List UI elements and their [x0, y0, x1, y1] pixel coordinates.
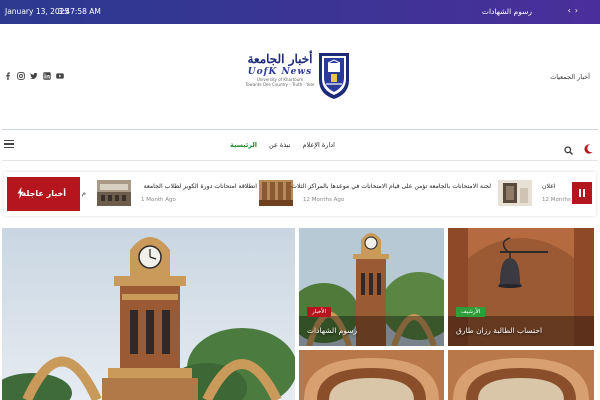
clock-tower-image: [2, 228, 295, 400]
news-card-partial[interactable]: [448, 350, 594, 400]
news-time-ago: 12 Months Ago: [303, 197, 345, 203]
category-badge[interactable]: الأرشيف: [456, 307, 486, 317]
nav-item-media[interactable]: ادارة الإعلام: [303, 141, 335, 149]
search-icon[interactable]: [564, 140, 573, 155]
site-logo[interactable]: أخبار الجامعة UofK News University of Kh…: [244, 50, 352, 100]
arches-thumbnail-image: [448, 350, 594, 400]
nav-top-divider: [2, 129, 598, 130]
breaking-news-label[interactable]: أخبار عاجلة: [7, 177, 80, 211]
facebook-icon[interactable]: [4, 72, 12, 80]
linkedin-icon[interactable]: [43, 72, 51, 80]
news-title: لجنة الامتحانات بالجامعة تؤمن على قيام ا…: [291, 183, 491, 190]
university-seal-icon: [316, 50, 352, 100]
breaking-news-item[interactable]: انطلاقة امتحانات دورة الكوبر لطلاب الجام…: [97, 180, 257, 208]
arches-thumbnail-image: [299, 350, 444, 400]
logo-text: أخبار الجامعة UofK News University of Kh…: [244, 50, 316, 100]
category-badge[interactable]: الأخبار: [307, 307, 332, 317]
logo-english-title: UofK News: [247, 67, 313, 77]
news-card-certificates[interactable]: الأخبار رسوم الشهادات: [299, 228, 444, 346]
nav-item-about[interactable]: نبذة عن: [269, 141, 290, 149]
news-title: اعلان: [542, 183, 556, 190]
instagram-icon[interactable]: [17, 72, 25, 80]
ticker-arrows: ‹›: [568, 6, 582, 15]
card-title[interactable]: احتساب الطالبة رزان طارق: [456, 326, 542, 335]
news-thumbnail: [97, 180, 131, 206]
card-title[interactable]: رسوم الشهادات: [307, 326, 357, 335]
ticker-next-button[interactable]: ›: [575, 6, 582, 15]
pause-ticker-button[interactable]: [572, 182, 592, 204]
hero-news-card[interactable]: [2, 228, 295, 400]
news-thumbnail: [259, 180, 293, 206]
menu-icon[interactable]: [4, 140, 14, 148]
top-bar: January 13, 2025 3:47:58 AM رسوم الشهادا…: [0, 0, 600, 24]
news-time-ago: 1 Month Ago: [141, 197, 176, 203]
nav-item-home[interactable]: الرئيسية: [230, 141, 257, 149]
news-title: انطلاقة امتحانات دورة الكوبر لطلاب الجام…: [143, 183, 257, 190]
nav-bottom-divider: [2, 160, 598, 161]
logo-arabic-title: أخبار الجامعة: [247, 52, 313, 66]
social-icons: [4, 72, 64, 80]
top-ticker-link[interactable]: رسوم الشهادات: [482, 7, 532, 16]
breaking-news-item[interactable]: اعلان 12 Months Ago: [498, 180, 583, 208]
breaking-news-text: أخبار عاجلة: [21, 189, 66, 198]
logo-motto: Towards One Country - Truth - Year: [245, 82, 315, 87]
current-time: 3:47:58 AM: [58, 7, 101, 16]
main-nav: الرئيسية نبذة عن ادارة الإعلام: [230, 141, 335, 149]
societies-news-link[interactable]: أخبار الجمعيات: [550, 73, 590, 81]
news-card-archive[interactable]: الأرشيف احتساب الطالبة رزان طارق: [448, 228, 594, 346]
news-card-partial[interactable]: [299, 350, 444, 400]
dark-mode-icon[interactable]: [584, 139, 593, 154]
breaking-news-bar: أخبار عاجلة م انطلاقة امتحانات دورة الكو…: [4, 172, 596, 216]
twitter-icon[interactable]: [30, 72, 38, 80]
breaking-news-item[interactable]: لجنة الامتحانات بالجامعة تؤمن على قيام ا…: [259, 180, 491, 208]
youtube-icon[interactable]: [56, 72, 64, 80]
news-title-fragment: م: [82, 190, 86, 197]
news-thumbnail: [498, 180, 532, 206]
ticker-prev-button[interactable]: ‹: [568, 6, 575, 15]
